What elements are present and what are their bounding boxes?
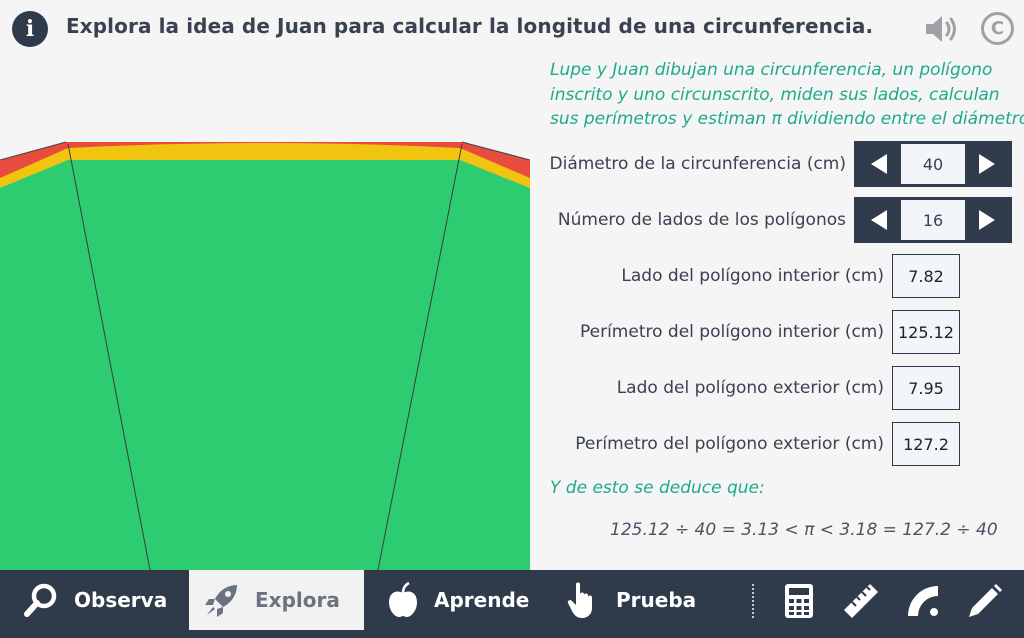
nav-aprende-label: Aprende	[434, 588, 530, 612]
bottom-nav: Observa Explora Aprende Prueba	[0, 570, 1024, 638]
outer-side-label: Lado del polígono exterior (cm)	[616, 378, 884, 398]
sides-stepper: 16	[854, 197, 1012, 243]
pencil-icon[interactable]	[966, 582, 1004, 620]
info-icon[interactable]: i	[12, 11, 48, 47]
protractor-icon[interactable]	[904, 582, 942, 620]
pi-formula: 125.12 ÷ 40 = 3.13 < π < 3.18 = 127.2 ÷ …	[610, 520, 998, 540]
triangle-left-icon	[871, 210, 887, 230]
inner-side-label: Lado del polígono interior (cm)	[621, 266, 884, 286]
nav-explora-label: Explora	[255, 588, 340, 612]
nav-observa-label: Observa	[74, 588, 168, 612]
inner-perimeter-label: Perímetro del polígono interior (cm)	[579, 322, 884, 342]
triangle-right-icon	[979, 154, 995, 174]
sides-value[interactable]: 16	[901, 200, 965, 240]
diameter-increase-button[interactable]	[965, 144, 1009, 184]
inner-polygon	[0, 160, 530, 570]
diameter-stepper: 40	[854, 141, 1012, 187]
outer-perimeter-value: 127.2	[892, 422, 960, 466]
diameter-label: Diámetro de la circunferencia (cm)	[549, 154, 846, 174]
ruler-icon[interactable]	[842, 582, 880, 620]
nav-separator	[752, 584, 754, 618]
nav-prueba-label: Prueba	[616, 588, 697, 612]
triangle-right-icon	[979, 210, 995, 230]
outer-perimeter-row: Perímetro del polígono exterior (cm) 127…	[575, 422, 1012, 466]
hand-pointer-icon	[567, 582, 592, 618]
nav-prueba[interactable]: Prueba	[566, 570, 716, 630]
sides-decrease-button[interactable]	[857, 200, 901, 240]
sides-increase-button[interactable]	[965, 200, 1009, 240]
inner-side-value: 7.82	[892, 254, 960, 298]
nav-aprende[interactable]: Aprende	[386, 570, 536, 630]
diameter-row: Diámetro de la circunferencia (cm) 40	[550, 141, 1012, 187]
inner-perimeter-value: 125.12	[892, 310, 960, 354]
intro-text: Lupe y Juan dibujan una circunferencia, …	[550, 58, 1024, 132]
nav-explora[interactable]: Explora	[189, 570, 364, 630]
sides-row: Número de lados de los polígonos 16	[558, 197, 1012, 243]
diameter-decrease-button[interactable]	[857, 144, 901, 184]
intro-line: sus perímetros y estiman π dividiendo en…	[550, 109, 1024, 129]
info-glyph: i	[25, 16, 35, 42]
copyright-glyph: C	[990, 18, 1005, 39]
polygon-drawing	[0, 141, 530, 570]
deduce-text: Y de esto se deduce que:	[550, 478, 765, 498]
triangle-left-icon	[871, 154, 887, 174]
inner-perimeter-row: Perímetro del polígono interior (cm) 125…	[580, 310, 1012, 354]
inner-side-row: Lado del polígono interior (cm) 7.82	[621, 254, 1012, 298]
copyright-icon[interactable]: C	[981, 12, 1014, 45]
apple-icon	[389, 581, 417, 617]
intro-line: inscrito y uno circunscrito, miden sus l…	[550, 84, 1000, 105]
outer-side-value: 7.95	[892, 366, 960, 410]
outer-perimeter-label: Perímetro del polígono exterior (cm)	[575, 434, 884, 454]
page-title: Explora la idea de Juan para calcular la…	[66, 14, 874, 38]
diameter-value[interactable]: 40	[901, 144, 965, 184]
sides-label: Número de lados de los polígonos	[557, 210, 846, 230]
speaker-icon[interactable]	[922, 12, 960, 46]
calculator-icon[interactable]	[780, 582, 818, 620]
nav-observa[interactable]: Observa	[22, 570, 172, 630]
magnifier-icon	[24, 583, 57, 617]
rocket-icon	[205, 585, 237, 617]
outer-side-row: Lado del polígono exterior (cm) 7.95	[617, 366, 1012, 410]
intro-line: Lupe y Juan dibujan una circunferencia, …	[550, 60, 993, 80]
